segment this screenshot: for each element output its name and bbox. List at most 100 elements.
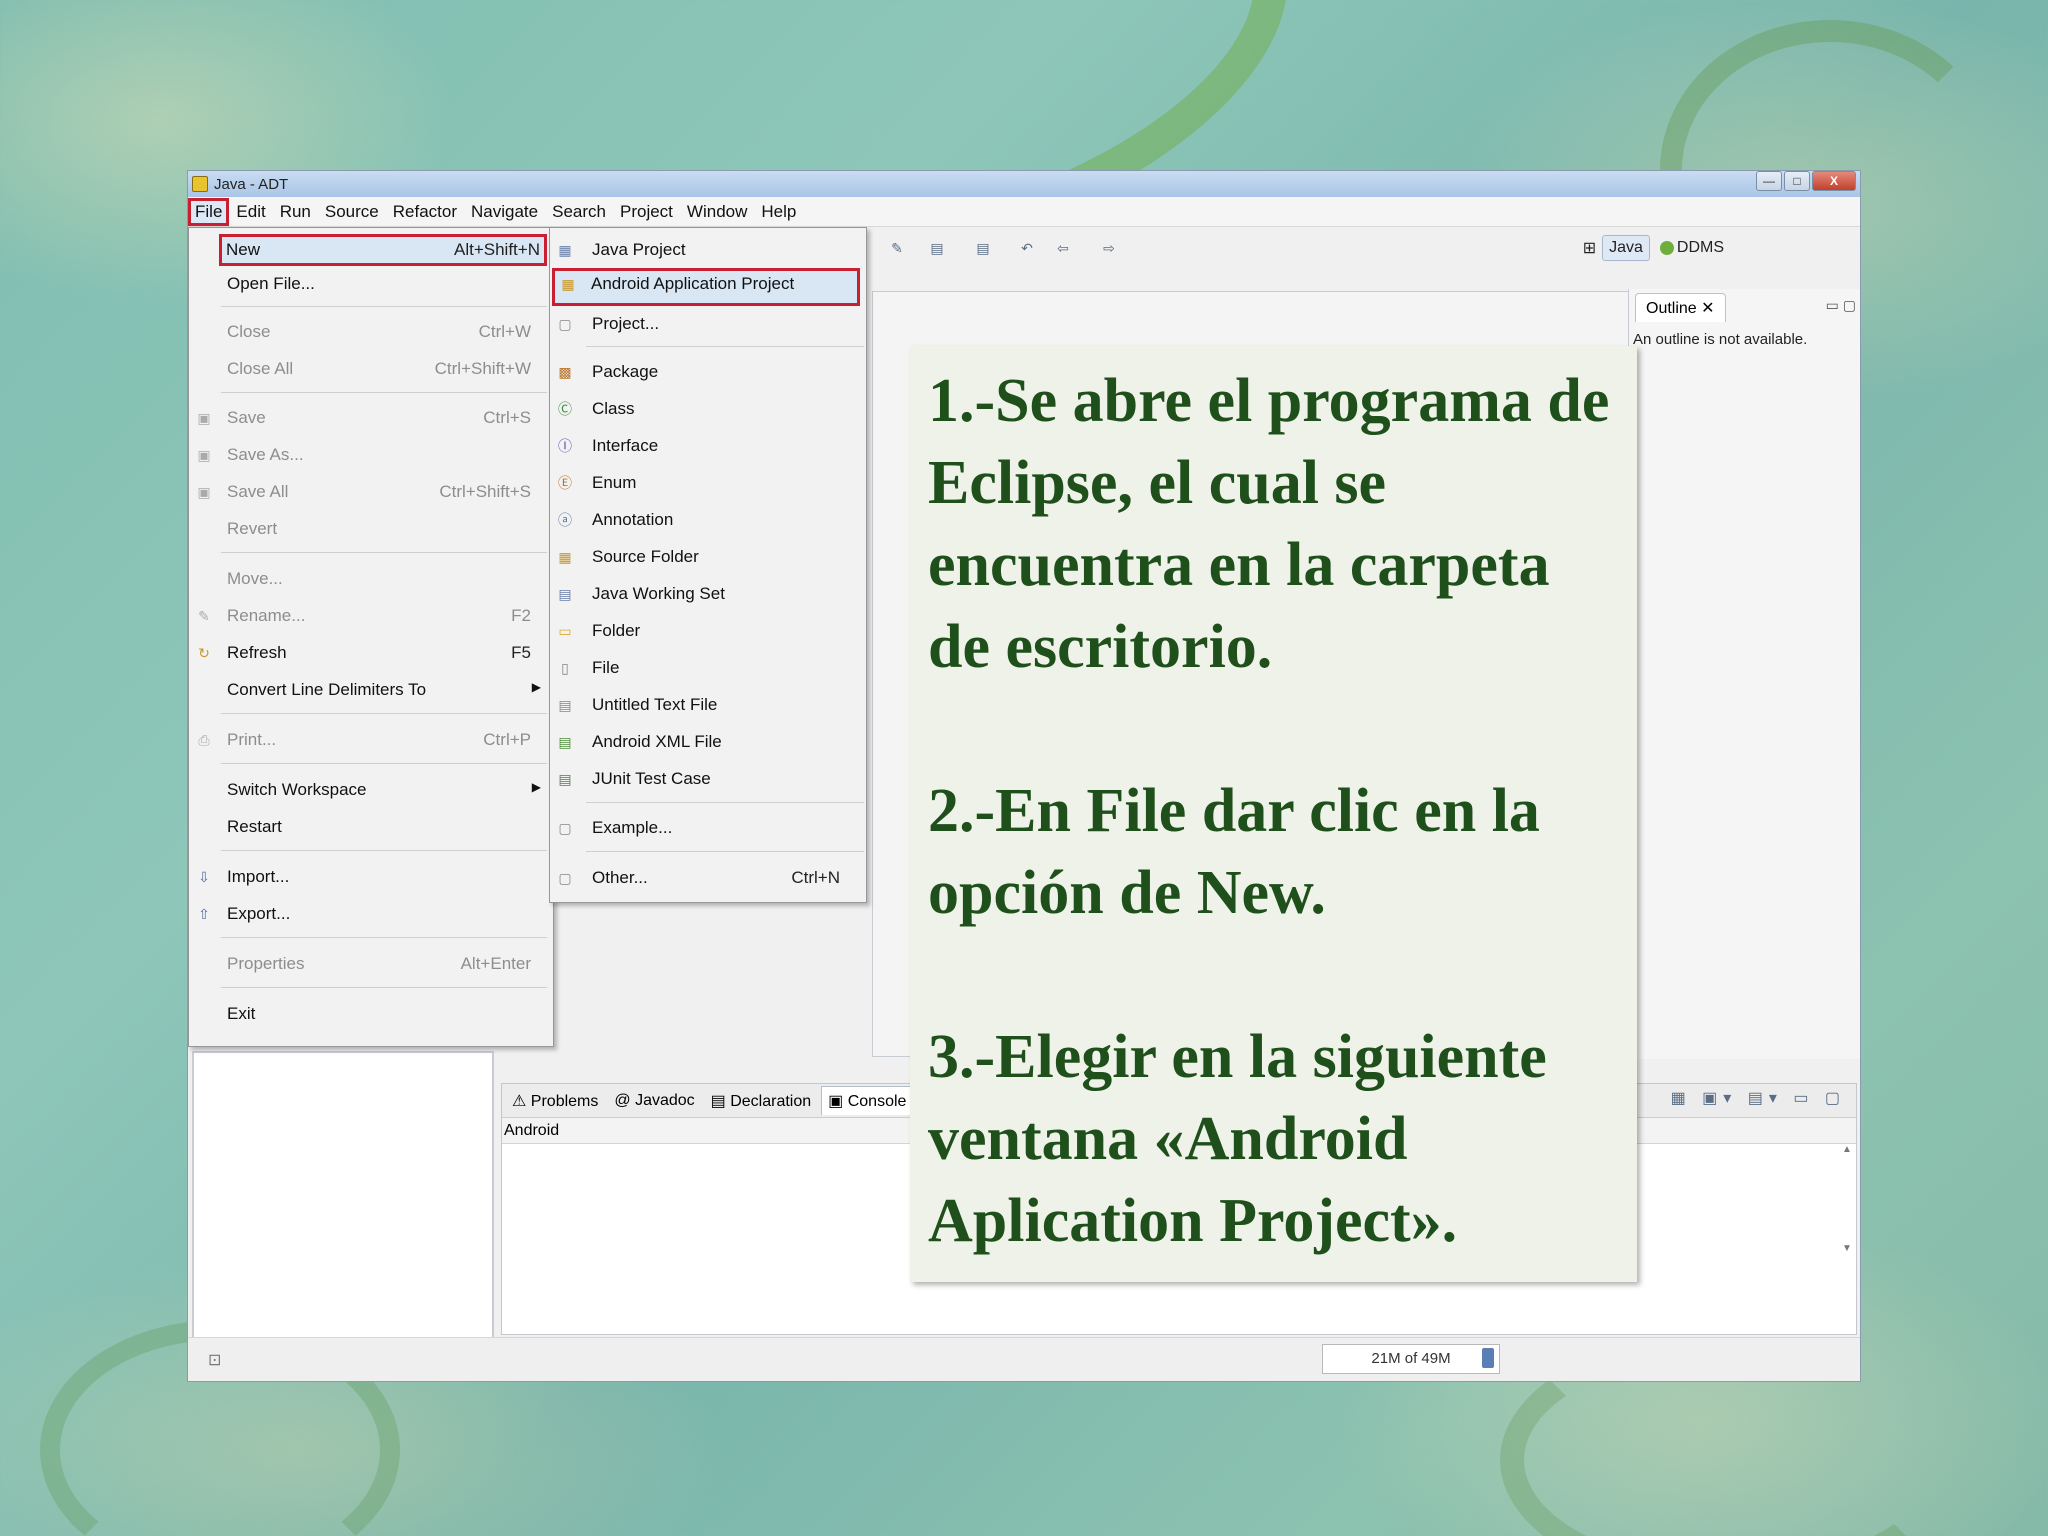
menu-item-switch-workspace[interactable]: Switch Workspace ▶ xyxy=(189,774,553,806)
menu-edit[interactable]: Edit xyxy=(229,198,272,226)
menu-item-file[interactable]: ▯ File xyxy=(550,652,866,684)
menu-item-label: Exit xyxy=(227,1004,256,1023)
fast-view-icon[interactable]: ⊡ xyxy=(208,1350,221,1370)
outline-min-max[interactable]: ▭ ▢ xyxy=(1826,297,1856,314)
prev-annotation-icon[interactable]: ▤ xyxy=(974,239,992,257)
open-perspective-icon[interactable]: ⊞ xyxy=(1583,238,1596,258)
menu-item-open-file[interactable]: Open File... xyxy=(189,268,553,300)
last-edit-icon[interactable]: ↶ xyxy=(1018,239,1036,257)
menu-item-label: Save As... xyxy=(227,445,304,464)
menu-item-shortcut: Ctrl+Shift+W xyxy=(434,359,531,378)
menu-item-label: Refresh xyxy=(227,643,287,662)
menu-item-annotation[interactable]: ⓐ Annotation xyxy=(550,504,866,536)
menu-item-project[interactable]: ▢ Project... xyxy=(550,308,866,340)
menu-search[interactable]: Search xyxy=(545,198,613,226)
menu-item-android-application-project[interactable]: ▦ Android Application Project xyxy=(552,268,860,306)
gc-trash-icon[interactable] xyxy=(1482,1348,1494,1368)
interface-icon: Ⓘ xyxy=(558,438,572,454)
menu-item-convert-line-delimiters[interactable]: Convert Line Delimiters To ▶ xyxy=(189,674,553,706)
perspective-ddms[interactable]: DDMS xyxy=(1656,236,1728,260)
minimize-button[interactable]: — xyxy=(1756,171,1782,191)
android-project-icon: ▦ xyxy=(561,276,575,292)
tab-declaration[interactable]: ▤ Declaration xyxy=(705,1087,818,1115)
menu-item-label: Android XML File xyxy=(592,732,722,751)
menu-separator xyxy=(221,850,547,851)
menu-item-restart[interactable]: Restart xyxy=(189,811,553,843)
tab-javadoc-label: Javadoc xyxy=(635,1091,695,1109)
rename-icon: ✎ xyxy=(198,608,210,624)
menu-project[interactable]: Project xyxy=(613,198,680,226)
menu-navigate[interactable]: Navigate xyxy=(464,198,545,226)
menu-refactor[interactable]: Refactor xyxy=(386,198,464,226)
java-project-icon: ▦ xyxy=(558,242,572,258)
menu-separator xyxy=(221,552,547,553)
menu-item-close-all[interactable]: Close All Ctrl+Shift+W xyxy=(189,353,553,385)
menu-item-shortcut: Ctrl+Shift+S xyxy=(439,482,531,501)
menu-item-rename[interactable]: ✎ Rename... F2 xyxy=(189,600,553,632)
menu-item-example[interactable]: ▢ Example... xyxy=(550,812,866,844)
submenu-arrow-icon: ▶ xyxy=(531,680,541,694)
menu-item-export[interactable]: ⇧ Export... xyxy=(189,898,553,930)
menu-item-class[interactable]: Ⓒ Class xyxy=(550,393,866,425)
menu-item-new[interactable]: New Alt+Shift+N xyxy=(219,234,547,266)
tab-outline[interactable]: Outline ✕ xyxy=(1635,293,1726,322)
menu-item-properties[interactable]: Properties Alt+Enter xyxy=(189,948,553,980)
menu-item-android-xml-file[interactable]: ▤ Android XML File xyxy=(550,726,866,758)
menu-item-save-as[interactable]: ▣ Save As... xyxy=(189,439,553,471)
source-folder-icon: ▦ xyxy=(558,549,572,565)
step-3-text: 3.-Elegir en la siguiente ventana «Andro… xyxy=(928,1023,1547,1255)
next-annotation-icon[interactable]: ▤ xyxy=(928,239,946,257)
menu-separator xyxy=(221,306,547,307)
menu-help[interactable]: Help xyxy=(754,198,803,226)
menu-item-label: Rename... xyxy=(227,606,306,625)
menu-item-java-working-set[interactable]: ▤ Java Working Set xyxy=(550,578,866,610)
menu-separator xyxy=(586,802,864,803)
enum-icon: Ⓔ xyxy=(558,475,572,491)
menu-item-shortcut: Ctrl+P xyxy=(483,730,531,749)
save-all-icon: ▣ xyxy=(197,484,211,500)
back-icon[interactable]: ⇦ xyxy=(1054,239,1072,257)
menu-window[interactable]: Window xyxy=(680,198,754,226)
perspective-java[interactable]: Java xyxy=(1602,235,1650,261)
pin-icon[interactable]: ✎ xyxy=(888,239,906,257)
menu-item-source-folder[interactable]: ▦ Source Folder xyxy=(550,541,866,573)
menu-item-enum[interactable]: Ⓔ Enum xyxy=(550,467,866,499)
tab-javadoc[interactable]: @ Javadoc xyxy=(608,1088,700,1114)
title-bar: Java - ADT — □ X xyxy=(188,171,1860,197)
heap-status: 21M of 49M xyxy=(1322,1344,1500,1374)
menu-item-junit-test-case[interactable]: ▤ JUnit Test Case xyxy=(550,763,866,795)
menu-item-other[interactable]: ▢ Other... Ctrl+N xyxy=(550,862,866,894)
console-toolbar[interactable]: ▦ ▣▾ ▤▾ ▭ ▢ xyxy=(1671,1088,1846,1108)
menu-file[interactable]: File xyxy=(188,197,230,226)
close-button[interactable]: X xyxy=(1812,171,1856,191)
menu-separator xyxy=(221,763,547,764)
maximize-button[interactable]: □ xyxy=(1784,171,1810,191)
import-icon: ⇩ xyxy=(198,869,210,885)
example-icon: ▢ xyxy=(558,820,572,836)
menu-item-package[interactable]: ▩ Package xyxy=(550,356,866,388)
outline-message: An outline is not available. xyxy=(1633,331,1808,348)
menu-item-exit[interactable]: Exit xyxy=(189,998,553,1030)
menu-item-java-project[interactable]: ▦ Java Project xyxy=(550,234,866,266)
menu-item-revert[interactable]: Revert xyxy=(189,513,553,545)
menu-item-import[interactable]: ⇩ Import... xyxy=(189,861,553,893)
menu-item-refresh[interactable]: ↻ Refresh F5 xyxy=(189,637,553,669)
menu-item-untitled-text-file[interactable]: ▤ Untitled Text File xyxy=(550,689,866,721)
text-file-icon: ▤ xyxy=(558,697,572,713)
menu-item-folder[interactable]: ▭ Folder xyxy=(550,615,866,647)
annotation-icon: ⓐ xyxy=(558,512,572,528)
console-scrollbar[interactable]: ▲ ▼ xyxy=(1838,1144,1856,1294)
menu-item-save[interactable]: ▣ Save Ctrl+S xyxy=(189,402,553,434)
tab-problems[interactable]: ⚠ Problems xyxy=(506,1087,604,1115)
menu-run[interactable]: Run xyxy=(273,198,318,226)
instructions-note: 1.-Se abre el programa de Eclipse, el cu… xyxy=(910,346,1637,1282)
menu-item-interface[interactable]: Ⓘ Interface xyxy=(550,430,866,462)
menu-item-save-all[interactable]: ▣ Save All Ctrl+Shift+S xyxy=(189,476,553,508)
package-explorer xyxy=(192,1051,494,1361)
menu-item-close[interactable]: Close Ctrl+W xyxy=(189,316,553,348)
menu-item-move[interactable]: Move... xyxy=(189,563,553,595)
menu-source[interactable]: Source xyxy=(318,198,386,226)
menu-item-print[interactable]: ⎙ Print... Ctrl+P xyxy=(189,724,553,756)
save-icon: ▣ xyxy=(197,410,211,426)
forward-icon[interactable]: ⇨ xyxy=(1100,239,1118,257)
